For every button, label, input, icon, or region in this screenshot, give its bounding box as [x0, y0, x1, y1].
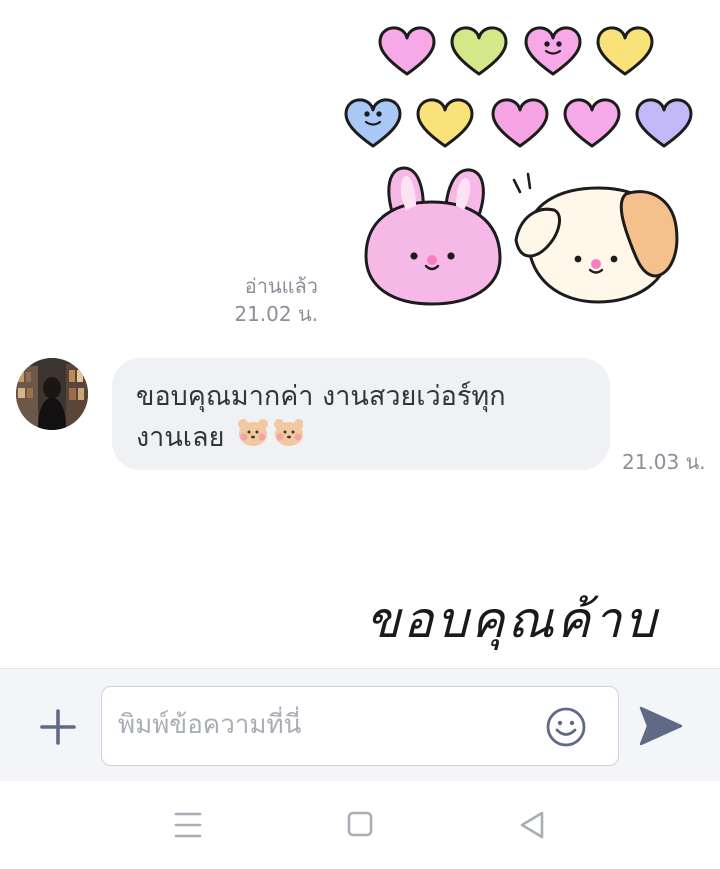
message-text-line1: ขอบคุณมากค่า งานสวยเว่อร์ทุก	[136, 381, 506, 412]
sent-sticker[interactable]	[340, 22, 700, 312]
chat-area: อ่านแล้ว 21.02 น. ขอบคุณมากค่า งานสวยเว่…	[0, 0, 720, 668]
send-button[interactable]	[636, 703, 686, 749]
heart-icon	[596, 26, 654, 76]
back-button[interactable]	[514, 809, 550, 841]
message-field[interactable]	[101, 686, 619, 766]
message-text-line2: งานเลย	[136, 422, 225, 453]
received-time: 21.03 น.	[622, 450, 706, 474]
heart-icon	[450, 26, 508, 76]
square-icon	[347, 811, 373, 837]
heart-icon	[635, 98, 693, 148]
read-status: อ่านแล้ว	[244, 274, 318, 298]
message-input[interactable]	[118, 687, 538, 763]
sent-meta: อ่านแล้ว 21.02 น.	[234, 272, 318, 328]
thank-you-text-sticker[interactable]: ขอบคุณค้าบ	[360, 575, 680, 668]
puppy-face	[514, 186, 679, 304]
sticker-text: ขอบคุณค้าบ	[366, 591, 660, 651]
menu-lines-icon	[174, 812, 202, 838]
bear-face-icon	[237, 418, 304, 460]
system-nav-bar	[0, 781, 720, 869]
heart-icon	[491, 98, 549, 148]
contact-avatar[interactable]	[16, 358, 88, 430]
message-input-bar	[0, 668, 720, 781]
heart-icon	[524, 26, 582, 76]
heart-icon	[416, 98, 474, 148]
heart-icon	[563, 98, 621, 148]
received-message-bubble[interactable]: ขอบคุณมากค่า งานสวยเว่อร์ทุก งานเลย	[112, 358, 610, 470]
smiley-icon	[546, 707, 586, 747]
add-attachment-button[interactable]	[34, 705, 82, 749]
send-arrow-icon	[639, 706, 683, 746]
emoji-button[interactable]	[544, 705, 588, 749]
sent-time: 21.02 น.	[234, 302, 318, 326]
plus-icon	[40, 709, 76, 745]
home-button[interactable]	[342, 809, 378, 841]
heart-icon	[378, 26, 436, 76]
bunny-face	[364, 166, 502, 306]
recent-apps-button[interactable]	[170, 809, 206, 841]
heart-icon	[344, 98, 402, 148]
triangle-back-icon	[520, 811, 544, 839]
